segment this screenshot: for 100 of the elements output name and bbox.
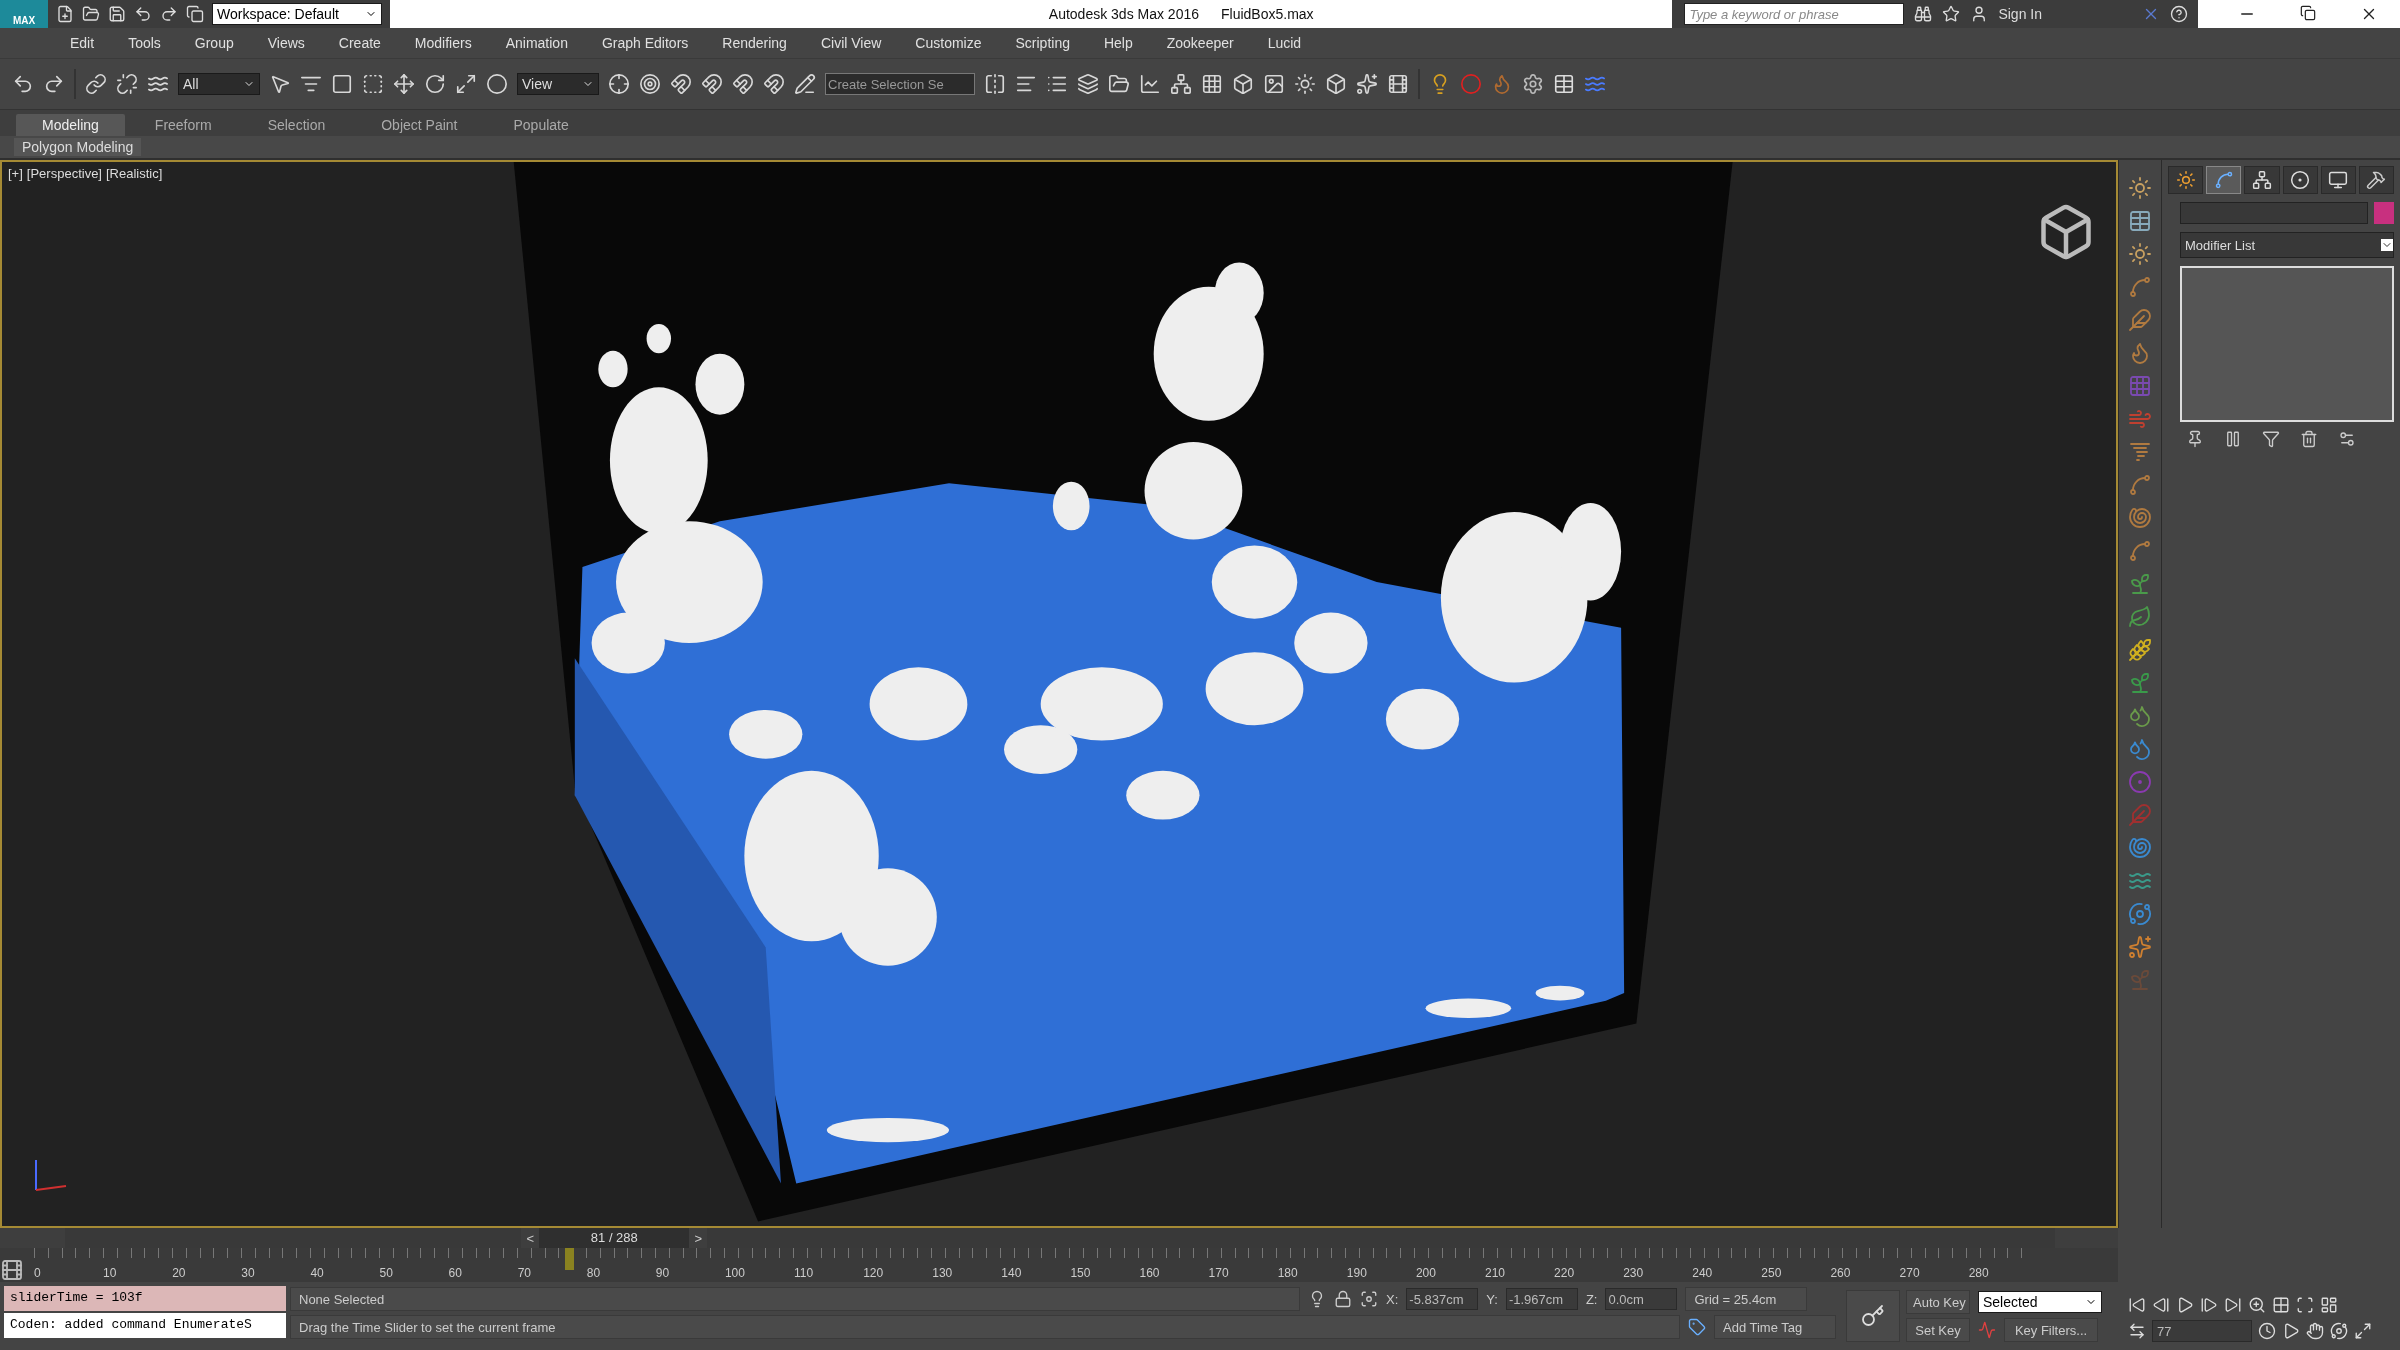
table-icon[interactable] bbox=[2128, 209, 2152, 233]
menu-item[interactable]: Zookeeper bbox=[1166, 35, 1234, 51]
rotate-icon[interactable] bbox=[424, 73, 446, 95]
object-name-field[interactable] bbox=[2180, 202, 2368, 224]
magnet-icon[interactable] bbox=[670, 73, 692, 95]
droplets-icon[interactable] bbox=[2128, 737, 2152, 761]
menu-item[interactable]: Civil View bbox=[820, 35, 882, 51]
grid-icon[interactable] bbox=[2272, 1296, 2290, 1314]
frame-navigator[interactable]: < 81 / 288 > bbox=[521, 1228, 708, 1248]
sparkles-icon[interactable] bbox=[2128, 935, 2152, 959]
binoculars-icon[interactable] bbox=[1914, 5, 1933, 23]
sprout-icon[interactable] bbox=[2128, 671, 2152, 695]
leaf-icon[interactable] bbox=[2128, 605, 2152, 629]
grid-icon[interactable] bbox=[1201, 73, 1223, 95]
maximize-icon[interactable] bbox=[2354, 1322, 2372, 1340]
menu-item[interactable]: Customize bbox=[915, 35, 982, 51]
help-icon[interactable] bbox=[2170, 5, 2188, 23]
sun-icon[interactable] bbox=[2128, 176, 2152, 200]
viewport[interactable]: [+] [Perspective] [Realistic] bbox=[0, 160, 2118, 1228]
zoom-icon[interactable] bbox=[2248, 1296, 2266, 1314]
menu-item[interactable]: Animation bbox=[505, 35, 568, 51]
scale-icon[interactable] bbox=[455, 73, 477, 95]
maxscript-listener-field[interactable]: sliderTime = 103f bbox=[4, 1286, 286, 1311]
time-configuration-icon[interactable] bbox=[2258, 1322, 2276, 1340]
menu-item[interactable]: Views bbox=[267, 35, 305, 51]
current-frame-field[interactable]: 77 bbox=[2152, 1320, 2252, 1342]
viewport-label[interactable]: [+] bbox=[8, 166, 23, 181]
zoom-extents-icon[interactable] bbox=[2296, 1296, 2314, 1314]
pencil-icon[interactable] bbox=[794, 73, 816, 95]
menu-item[interactable]: Lucid bbox=[1267, 35, 1302, 51]
key-mode-dropdown[interactable]: Selected bbox=[1978, 1291, 2102, 1313]
command-panel-tab[interactable] bbox=[2320, 166, 2356, 194]
app-logo[interactable]: MAX bbox=[0, 0, 48, 28]
layers-icon[interactable] bbox=[1077, 73, 1099, 95]
coordinate-field[interactable]: -1.967cm bbox=[1505, 1288, 1578, 1310]
star-icon[interactable] bbox=[1942, 5, 1961, 23]
redo-icon[interactable] bbox=[160, 5, 178, 23]
auto-key-button[interactable]: Auto Key bbox=[1906, 1290, 1970, 1314]
dot-icon[interactable] bbox=[2128, 770, 2152, 794]
ribbon-panel-label[interactable]: Polygon Modeling bbox=[14, 138, 142, 156]
track-bar-icon[interactable] bbox=[0, 1258, 24, 1282]
set-key-mode-button[interactable] bbox=[1846, 1290, 1900, 1342]
crosshair-icon[interactable] bbox=[608, 73, 630, 95]
viewport-label[interactable]: [Perspective] bbox=[26, 166, 102, 181]
next-frame-button[interactable]: > bbox=[689, 1228, 708, 1248]
trash-icon[interactable] bbox=[2300, 430, 2318, 448]
reference-coordinate-dropdown[interactable]: View bbox=[517, 73, 599, 95]
redo-icon[interactable] bbox=[43, 73, 65, 95]
save-icon[interactable] bbox=[108, 5, 126, 23]
menu-item[interactable]: Group bbox=[194, 35, 234, 51]
tornado-icon[interactable] bbox=[2128, 440, 2152, 464]
menu-item[interactable]: Modifiers bbox=[414, 35, 472, 51]
box-icon[interactable] bbox=[1232, 73, 1254, 95]
film-icon[interactable] bbox=[1387, 73, 1409, 95]
droplets-icon[interactable] bbox=[2128, 704, 2152, 728]
orbit-icon[interactable] bbox=[2330, 1322, 2348, 1340]
named-selection-field[interactable]: Create Selection Se bbox=[825, 73, 975, 95]
magnet-icon[interactable] bbox=[701, 73, 723, 95]
command-panel-tab[interactable] bbox=[2244, 166, 2280, 194]
sliders-icon[interactable] bbox=[2338, 430, 2356, 448]
mirror-icon[interactable] bbox=[984, 73, 1006, 95]
menu-item[interactable]: Rendering bbox=[722, 35, 787, 51]
target-icon[interactable] bbox=[639, 73, 661, 95]
menu-item[interactable]: Create bbox=[338, 35, 381, 51]
tag-icon[interactable] bbox=[1688, 1318, 1706, 1336]
ribbon-tab[interactable]: Selection bbox=[241, 114, 352, 136]
focus-icon[interactable] bbox=[1360, 1290, 1378, 1308]
maxscript-output-field[interactable]: Coden: added command EnumerateS bbox=[4, 1313, 286, 1338]
undo-icon[interactable] bbox=[134, 5, 152, 23]
selection-filter-dropdown[interactable]: All bbox=[178, 73, 260, 95]
modifier-stack[interactable] bbox=[2180, 266, 2394, 422]
network-icon[interactable] bbox=[1170, 73, 1192, 95]
new-file-icon[interactable] bbox=[56, 5, 74, 23]
layout-icon[interactable] bbox=[2320, 1296, 2338, 1314]
workspace-dropdown[interactable]: Workspace: Default bbox=[212, 3, 382, 25]
sign-in-link[interactable]: Sign In bbox=[1998, 6, 2042, 22]
add-time-tag-field[interactable]: Add Time Tag bbox=[1714, 1315, 1836, 1339]
lock-icon[interactable] bbox=[1334, 1290, 1352, 1308]
wheat-icon[interactable] bbox=[2128, 638, 2152, 662]
feather-icon[interactable] bbox=[2128, 308, 2152, 332]
coordinate-field[interactable]: -5.837cm bbox=[1406, 1288, 1479, 1310]
ribbon-tab[interactable]: Freeform bbox=[128, 114, 238, 136]
pointer-icon[interactable] bbox=[269, 73, 291, 95]
folder-icon[interactable] bbox=[82, 5, 100, 23]
set-key-button[interactable]: Set Key bbox=[1906, 1318, 1970, 1342]
unlink-icon[interactable] bbox=[116, 73, 138, 95]
link-icon[interactable] bbox=[85, 73, 107, 95]
go-to-end-icon[interactable] bbox=[2224, 1296, 2242, 1314]
coordinate-field[interactable]: 0.0cm bbox=[1605, 1288, 1678, 1310]
magnet-icon[interactable] bbox=[732, 73, 754, 95]
ribbon-tab[interactable]: Object Paint bbox=[355, 114, 484, 136]
viewport-label[interactable]: [Realistic] bbox=[106, 166, 163, 181]
search-field[interactable]: Type a keyword or phrase bbox=[1684, 3, 1905, 25]
play-icon[interactable] bbox=[2176, 1296, 2194, 1314]
menu-item[interactable]: Scripting bbox=[1015, 35, 1070, 51]
next-frame-icon[interactable] bbox=[2200, 1296, 2218, 1314]
pan-icon[interactable] bbox=[2306, 1322, 2324, 1340]
restore-icon[interactable] bbox=[2300, 5, 2316, 21]
key-filters-button[interactable]: Key Filters... bbox=[2004, 1318, 2098, 1342]
box-icon[interactable] bbox=[1325, 73, 1347, 95]
